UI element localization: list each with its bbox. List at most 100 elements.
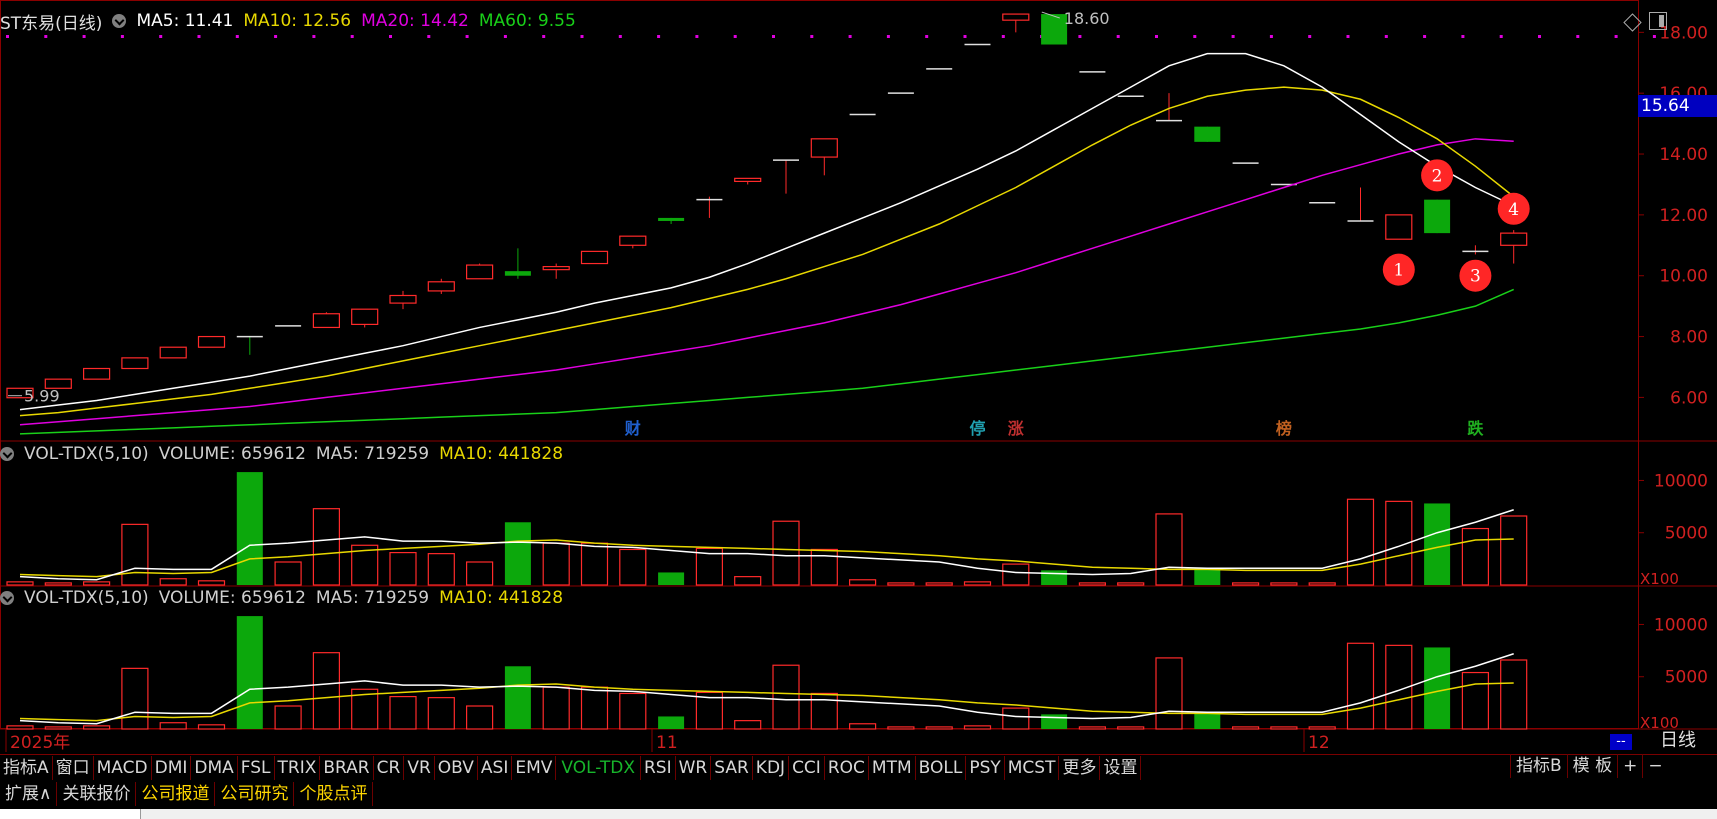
tab-14[interactable]: RSI <box>641 756 676 780</box>
tab-22[interactable]: PSY <box>966 756 1005 780</box>
event-tag: 停 <box>969 419 985 438</box>
limit-dot <box>1269 35 1273 38</box>
tab-10[interactable]: OBV <box>435 756 478 780</box>
high-label: 18.60 <box>1064 9 1110 28</box>
volume-bar-up <box>1117 726 1145 730</box>
price-tick-label: 14.00 <box>1659 145 1708 165</box>
tab-6[interactable]: TRIX <box>275 756 321 780</box>
volume-bar-up <box>1231 582 1260 586</box>
tab-16[interactable]: SAR <box>711 756 753 780</box>
tab-0[interactable]: 指标A <box>0 756 53 780</box>
day-period-button[interactable]: 日线 <box>1639 730 1717 752</box>
tab-21[interactable]: BOLL <box>916 756 967 780</box>
tab-1[interactable]: 窗口 <box>53 756 94 780</box>
volume-bar-up <box>542 542 570 586</box>
volume-bar-down <box>1194 568 1221 585</box>
volume-bar-down <box>1424 647 1451 729</box>
volume-bar-up <box>6 581 34 586</box>
volume-bar-up <box>734 576 762 586</box>
limit-dot <box>235 35 239 38</box>
limit-dot <box>695 35 699 38</box>
vol-tick-label: 5000 <box>1665 524 1708 544</box>
candle-body-down <box>1424 199 1451 234</box>
info-tab-4[interactable]: 个股点评 <box>294 782 374 806</box>
indicator-dropdown-icon[interactable] <box>0 447 14 461</box>
volume-bar-down <box>1194 712 1221 729</box>
candle-body-up <box>197 335 226 348</box>
indicator-dropdown-icon[interactable] <box>0 591 14 605</box>
limit-dot <box>542 35 546 38</box>
panel-toggle-icon[interactable] <box>1649 12 1667 30</box>
x-axis-label: 2025年 <box>10 733 70 752</box>
limit-dot <box>1001 35 1005 38</box>
tab-25[interactable]: 设置 <box>1100 756 1142 780</box>
tab-23[interactable]: MCST <box>1005 756 1060 780</box>
volume-bar-up <box>580 686 609 730</box>
tab-20[interactable]: MTM <box>869 756 916 780</box>
settings-dropdown-icon[interactable] <box>112 14 127 28</box>
volume-bar-up <box>1002 563 1030 586</box>
info-tab-3[interactable]: 公司研究 <box>215 782 295 806</box>
tab-18[interactable]: CCI <box>789 756 825 780</box>
tab-8[interactable]: CR <box>374 756 405 780</box>
tab-17[interactable]: KDJ <box>753 756 790 780</box>
limit-dot <box>963 35 967 38</box>
vol-ma10: MA10: 441828 <box>439 588 564 608</box>
candle-body-up <box>1500 232 1528 246</box>
tab-right-3[interactable]: − <box>1642 754 1667 778</box>
tab-right-2[interactable]: + <box>1617 754 1642 778</box>
info-tab-0[interactable]: 扩展∧ <box>0 782 58 806</box>
tab-3[interactable]: DMI <box>152 756 192 780</box>
limit-dot <box>848 35 852 38</box>
status-strip <box>0 809 1717 819</box>
vol-volume: VOLUME: 659612 <box>158 588 306 608</box>
tab-4[interactable]: DMA <box>191 756 238 780</box>
tab-13[interactable]: VOL-TDX <box>556 756 641 780</box>
tab-12[interactable]: EMV <box>512 756 557 780</box>
ma10-line <box>19 86 1515 417</box>
ma60-value: MA60: 9.55 <box>478 11 576 31</box>
volume-bar-up <box>427 697 455 730</box>
volume-bar-up <box>1500 659 1528 730</box>
volume-bar-up <box>848 723 877 730</box>
tab-7[interactable]: BRAR <box>320 756 374 780</box>
diamond-icon[interactable] <box>1623 13 1642 32</box>
volume-bar-up <box>121 523 149 586</box>
x-axis-label: 12 <box>1308 733 1330 752</box>
marker-label: 1 <box>1393 261 1404 281</box>
volume-bar-up <box>1270 582 1298 586</box>
volume-bar-up <box>848 579 877 586</box>
tab-right-0[interactable]: 指标B <box>1510 754 1567 778</box>
volume-bar-down <box>658 572 685 585</box>
candle-body-up <box>312 313 340 329</box>
volume-bar-up <box>1002 707 1030 730</box>
tab-5[interactable]: FSL <box>238 756 275 780</box>
stock-title[interactable]: ST东易(日线) <box>0 9 102 34</box>
volume-bar-up <box>389 695 417 730</box>
dash-badge: -- <box>1610 734 1632 750</box>
tab-19[interactable]: ROC <box>825 756 869 780</box>
candle-body-up <box>542 265 570 271</box>
tab-2[interactable]: MACD <box>94 756 152 780</box>
volume-bar-up <box>772 664 800 730</box>
limit-dot <box>274 35 278 38</box>
tab-15[interactable]: WR <box>676 756 712 780</box>
volume-bar-up <box>197 580 226 586</box>
volume-bar-up <box>1078 726 1107 730</box>
info-tab-1[interactable]: 关联报价 <box>57 782 137 806</box>
limit-dot <box>1576 35 1580 38</box>
limit-dot <box>1155 35 1158 38</box>
limit-dot <box>1346 35 1350 38</box>
tab-9[interactable]: VR <box>404 756 435 780</box>
volume-header-1: VOL-TDX(5,10) VOLUME: 659612 MA5: 719259… <box>0 443 573 465</box>
volume-bar-up <box>772 520 800 586</box>
volume-bar-up <box>963 581 992 586</box>
tab-11[interactable]: ASI <box>478 756 513 780</box>
info-tab-2[interactable]: 公司报道 <box>136 782 216 806</box>
volume-bar-up <box>734 720 762 730</box>
tab-24[interactable]: 更多 <box>1059 756 1101 780</box>
limit-dot <box>1078 35 1082 38</box>
tab-right-1[interactable]: 模 板 <box>1566 754 1617 778</box>
volume-bar-up <box>1308 582 1336 586</box>
volume-header-2: VOL-TDX(5,10) VOLUME: 659612 MA5: 719259… <box>0 587 573 609</box>
